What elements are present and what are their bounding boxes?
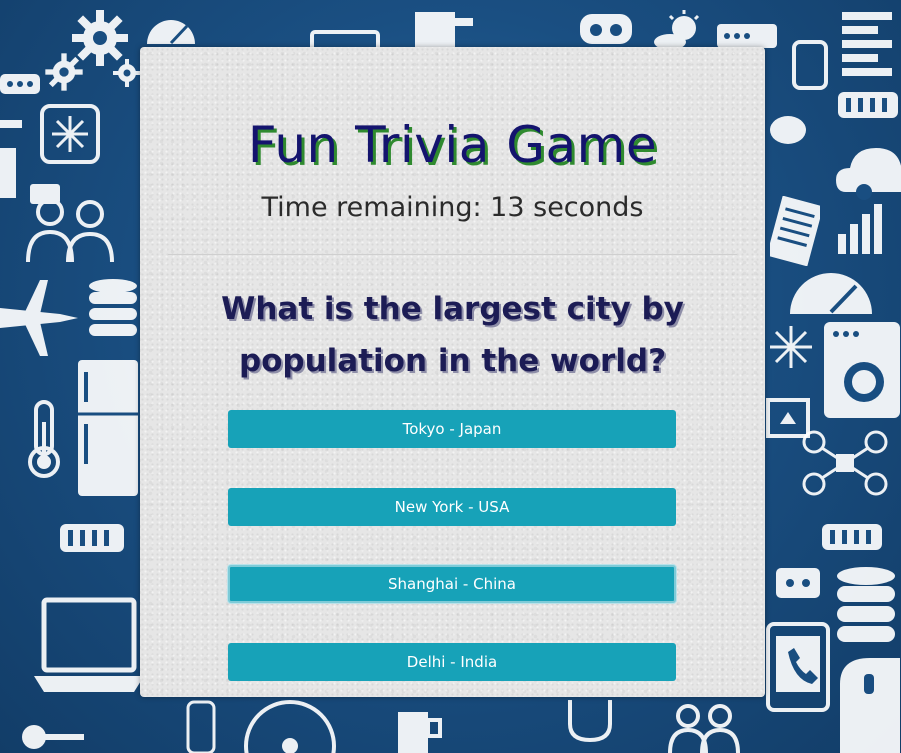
weather-icon: [650, 10, 710, 50]
question-text: What is the largest city by population i…: [221, 291, 684, 379]
trivia-card: Fun Trivia Game Time remaining: 13 secon…: [140, 47, 765, 697]
mouse-icon: [840, 654, 900, 753]
snowflake-icon: [766, 322, 816, 372]
users-icon: [664, 696, 744, 753]
router-icon: [717, 24, 777, 48]
document-icon: [770, 196, 820, 266]
thermometer-icon: [24, 400, 64, 480]
printer-icon: [415, 12, 475, 48]
speedometer-icon: [143, 12, 199, 46]
database-icon: [836, 566, 896, 646]
answer-button-1[interactable]: Tokyo - Japan: [228, 410, 676, 448]
cloud-icon: [836, 142, 901, 202]
fridge-icon: [76, 358, 140, 498]
database-icon: [88, 278, 138, 342]
users-icon: [20, 184, 120, 264]
battery-icon: [60, 524, 124, 552]
divider: [168, 254, 737, 255]
camera-icon: [822, 320, 901, 420]
stethoscope-icon: [560, 700, 620, 753]
game-title: Fun Trivia Game: [247, 116, 658, 174]
chart-icon: [836, 204, 892, 254]
watch-icon: [792, 40, 828, 90]
gear-icon: [44, 52, 84, 92]
document-icon: [842, 12, 892, 92]
battery-icon: [822, 524, 882, 550]
laptop-icon: [34, 596, 144, 696]
answer-button-3[interactable]: Shanghai - China: [228, 565, 676, 603]
snowflake-icon: [40, 104, 100, 164]
key-icon: [20, 722, 90, 752]
disc-icon: [768, 110, 808, 150]
phone-icon: [766, 622, 830, 712]
airplane-icon: [0, 278, 80, 358]
battery-icon: [838, 92, 898, 118]
answer-button-4[interactable]: Delhi - India: [228, 643, 676, 681]
fan-icon: [240, 696, 340, 753]
answer-button-2[interactable]: New York - USA: [228, 488, 676, 526]
timer-text: Time remaining: 13 seconds: [261, 192, 644, 223]
drone-icon: [800, 428, 890, 498]
battery-icon: [0, 74, 40, 94]
gear-icon: [112, 58, 142, 88]
mug-icon: [396, 706, 446, 753]
thermos-icon: [186, 700, 216, 753]
vr-headset-icon: [578, 6, 634, 46]
router-icon: [776, 568, 820, 598]
speedometer-icon: [786, 266, 876, 316]
